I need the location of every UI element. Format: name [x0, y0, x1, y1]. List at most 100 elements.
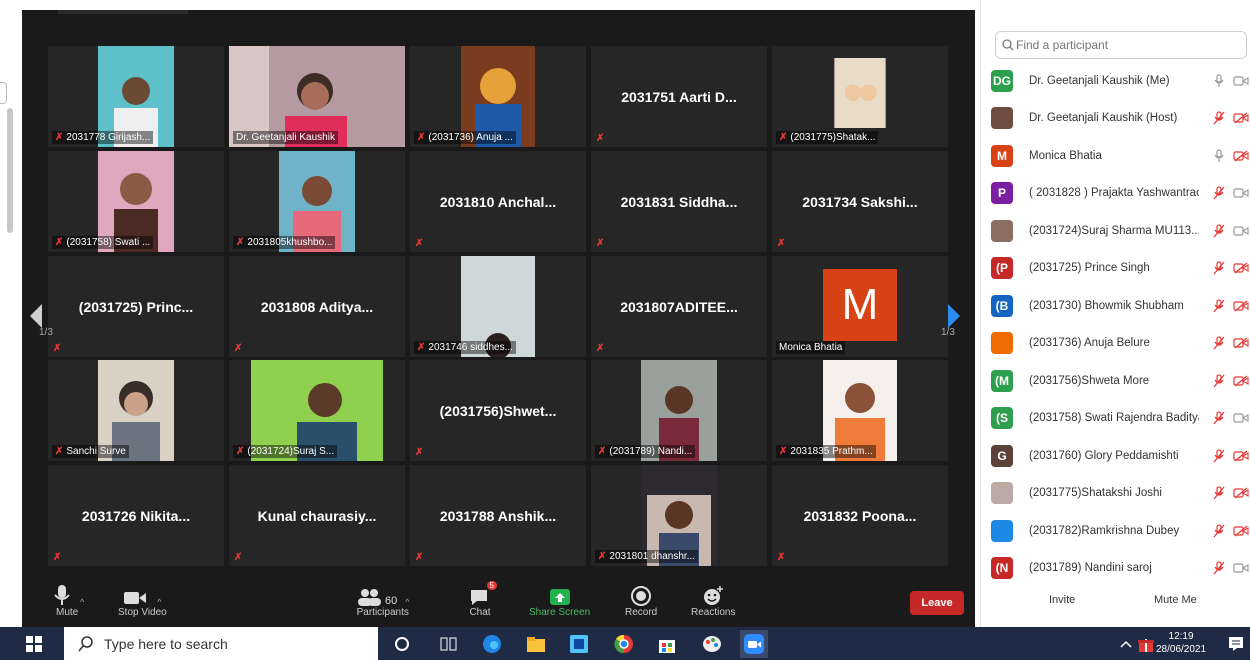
invite-button[interactable]: Invite: [1049, 594, 1075, 606]
video-camera-off-icon[interactable]: [1233, 262, 1249, 274]
video-tile[interactable]: ✗ 2031746 siddhes...: [410, 256, 586, 357]
participants-button[interactable]: 60 ^ Participants: [356, 581, 409, 618]
microphone-muted-icon[interactable]: [1213, 411, 1225, 425]
participant-row[interactable]: (P (2031725) Prince Singh: [991, 250, 1249, 288]
scroll-thumb[interactable]: [7, 108, 13, 233]
video-tile-off[interactable]: 2031831 Siddha... ✗: [591, 151, 767, 252]
video-tile[interactable]: ✗ (2031789) Nandi...: [591, 360, 767, 461]
video-tile[interactable]: ✗ 2031805khushbo...: [229, 151, 405, 252]
participant-row[interactable]: (N (2031789) Nandini saroj: [991, 550, 1249, 588]
mute-me-button[interactable]: Mute Me: [1154, 594, 1197, 606]
video-camera-icon[interactable]: [1233, 562, 1249, 574]
participant-row[interactable]: DG Dr. Geetanjali Kaushik (Me): [991, 62, 1249, 100]
onenote-app-button[interactable]: [567, 632, 591, 656]
microphone-muted-icon[interactable]: [1213, 524, 1225, 538]
video-tile-off[interactable]: 2031734 Sakshi... ✗: [772, 151, 948, 252]
participant-row[interactable]: Dr. Geetanjali Kaushik (Host): [991, 100, 1249, 138]
participant-row[interactable]: M Monica Bhatia: [991, 137, 1249, 175]
caret-up-icon[interactable]: ^: [80, 597, 84, 607]
microphone-muted-icon[interactable]: [1213, 561, 1225, 575]
video-tile[interactable]: ✗ (2031736) Anuja ...: [410, 46, 586, 147]
microphone-icon[interactable]: [1213, 74, 1225, 88]
video-camera-off-icon[interactable]: [1233, 337, 1249, 349]
zoom-app-button[interactable]: [740, 630, 768, 658]
microphone-muted-icon[interactable]: [1213, 486, 1225, 500]
video-camera-icon[interactable]: [1233, 412, 1249, 424]
store-app-button[interactable]: [655, 632, 679, 656]
video-tile-off[interactable]: 2031832 Poona... ✗: [772, 465, 948, 566]
participant-row[interactable]: (2031775)Shatakshi Joshi: [991, 475, 1249, 513]
video-tile-off[interactable]: 2031751 Aarti D... ✗: [591, 46, 767, 147]
taskbar-search-box[interactable]: Type here to search: [64, 627, 378, 660]
edge-app-button[interactable]: [480, 632, 504, 656]
video-camera-off-icon[interactable]: [1233, 450, 1249, 462]
caret-up-icon[interactable]: ^: [405, 597, 409, 607]
next-page-button[interactable]: [940, 265, 968, 366]
video-tile-active-speaker[interactable]: Dr. Geetanjali Kaushik: [229, 46, 405, 147]
cortana-button[interactable]: [390, 632, 414, 656]
participant-row[interactable]: (2031782)Ramkrishna Dubey: [991, 512, 1249, 550]
file-explorer-button[interactable]: [524, 632, 548, 656]
video-camera-off-icon[interactable]: [1233, 375, 1249, 387]
video-tile[interactable]: ✗ 2031835 Prathm...: [772, 360, 948, 461]
taskbar-clock[interactable]: 12:19 28/06/2021: [1156, 630, 1206, 656]
video-camera-off-icon[interactable]: [1233, 487, 1249, 499]
video-tile[interactable]: ✗ Sanchi Surve: [48, 360, 224, 461]
microphone-muted-icon[interactable]: [1213, 224, 1225, 238]
task-view-button[interactable]: [437, 632, 461, 656]
video-camera-off-icon[interactable]: [1233, 525, 1249, 537]
video-tile-off[interactable]: (2031725) Princ... ✗: [48, 256, 224, 357]
chrome-app-button[interactable]: [612, 632, 636, 656]
video-tile[interactable]: M Monica Bhatia: [772, 256, 948, 357]
participant-row[interactable]: G (2031760) Glory Peddamishti: [991, 437, 1249, 475]
previous-page-button[interactable]: [22, 265, 50, 366]
microphone-icon[interactable]: [1213, 149, 1225, 163]
participant-row[interactable]: (M (2031756)Shweta More: [991, 362, 1249, 400]
tray-gift-button[interactable]: [1134, 632, 1158, 656]
mute-button[interactable]: ^ Mute: [50, 581, 84, 618]
participant-row[interactable]: (2031736) Anuja Belure: [991, 325, 1249, 363]
video-tile-off[interactable]: 2031807ADITEE... ✗: [591, 256, 767, 357]
chat-button[interactable]: 5 Chat: [469, 581, 497, 618]
paint-app-button[interactable]: [700, 632, 724, 656]
video-camera-off-icon[interactable]: [1233, 112, 1249, 124]
video-tile-off[interactable]: 2031788 Anshik... ✗: [410, 465, 586, 566]
video-tile[interactable]: ✗ (2031724)Suraj S...: [229, 360, 405, 461]
video-tile-off[interactable]: 2031726 Nikita... ✗: [48, 465, 224, 566]
video-tile-off[interactable]: 2031808 Aditya... ✗: [229, 256, 405, 357]
microphone-muted-icon[interactable]: [1213, 374, 1225, 388]
video-tile[interactable]: ✗ (2031775)Shatak...: [772, 46, 948, 147]
record-button[interactable]: Record: [625, 581, 657, 618]
video-tile-off[interactable]: Kunal chaurasiy... ✗: [229, 465, 405, 566]
microphone-muted-icon[interactable]: [1213, 261, 1225, 275]
video-tile[interactable]: ✗ 2031778 Girijash...: [48, 46, 224, 147]
scroll-nub[interactable]: [0, 82, 7, 104]
search-input[interactable]: [1014, 37, 1228, 53]
left-scrollbar[interactable]: [0, 0, 22, 627]
participant-row[interactable]: (B (2031730) Bhowmik Shubham: [991, 287, 1249, 325]
video-tile-off[interactable]: (2031756)Shwet... ✗: [410, 360, 586, 461]
microphone-muted-icon[interactable]: [1213, 449, 1225, 463]
microphone-muted-icon[interactable]: [1213, 186, 1225, 200]
microphone-muted-icon[interactable]: [1213, 111, 1225, 125]
reactions-button[interactable]: Reactions: [691, 581, 735, 618]
video-camera-icon[interactable]: [1233, 187, 1249, 199]
leave-button[interactable]: Leave: [910, 591, 964, 615]
participant-row[interactable]: (2031724)Suraj Sharma MU113...: [991, 212, 1249, 250]
video-tile[interactable]: ✗ 2031801 dhanshr...: [591, 465, 767, 566]
windows-start-button[interactable]: [22, 632, 46, 656]
share-screen-button[interactable]: Share Screen: [529, 581, 590, 618]
microphone-muted-icon[interactable]: [1213, 336, 1225, 350]
microphone-muted-icon[interactable]: [1213, 299, 1225, 313]
notifications-button[interactable]: [1224, 632, 1248, 656]
video-camera-icon[interactable]: [1233, 225, 1249, 237]
stop-video-button[interactable]: ^ Stop Video: [118, 581, 167, 618]
participant-search[interactable]: [995, 31, 1247, 59]
video-camera-off-icon[interactable]: [1233, 150, 1249, 162]
video-tile[interactable]: ✗ (2031758) Swati ...: [48, 151, 224, 252]
video-tile-off[interactable]: 2031810 Anchal... ✗: [410, 151, 586, 252]
participant-row[interactable]: (S (2031758) Swati Rajendra Baditya: [991, 400, 1249, 438]
video-camera-off-icon[interactable]: [1233, 300, 1249, 312]
caret-up-icon[interactable]: ^: [157, 597, 161, 607]
video-camera-icon[interactable]: [1233, 75, 1249, 87]
